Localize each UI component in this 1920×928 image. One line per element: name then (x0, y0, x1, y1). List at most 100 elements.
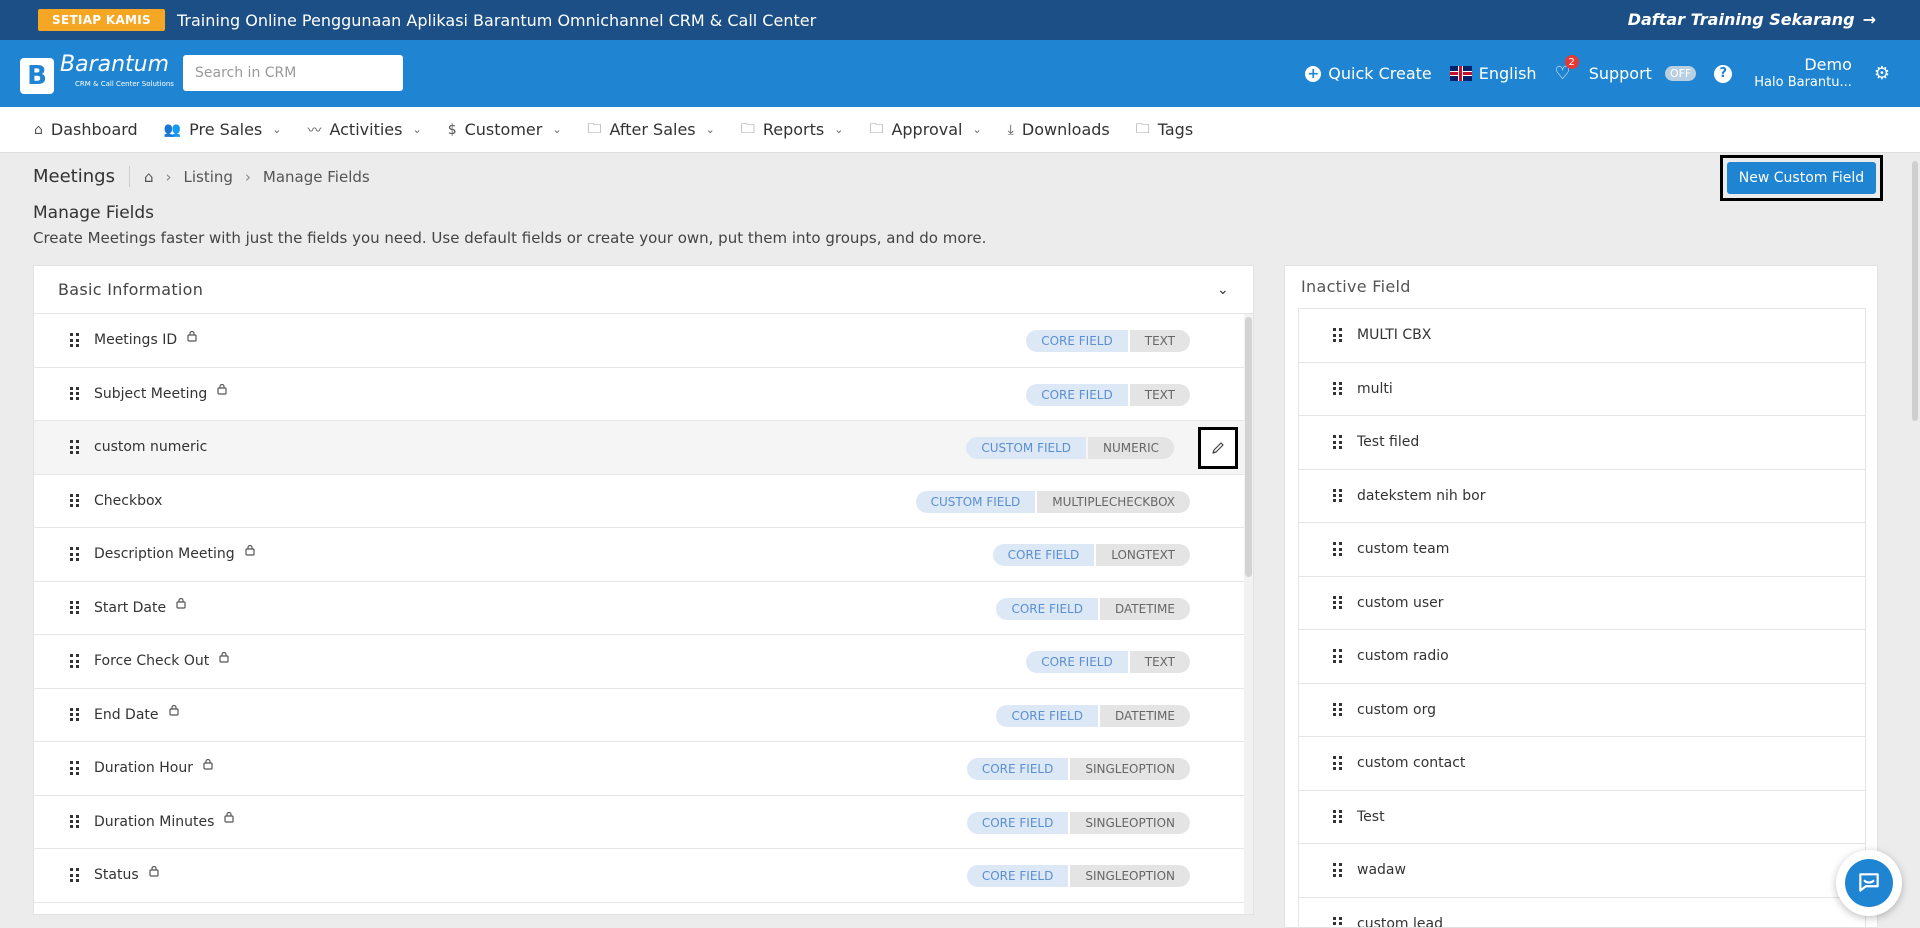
users-icon: 👥 (163, 121, 182, 138)
field-row[interactable]: Description Meeting CORE FIELD LONGTEXT (34, 528, 1246, 582)
folder-icon: 🗀 (587, 120, 602, 137)
chat-widget-button[interactable] (1836, 850, 1902, 916)
field-tags: CORE FIELD TEXT (1026, 651, 1190, 673)
nav-after-sales[interactable]: 🗀 After Sales ⌄ (588, 118, 715, 142)
nav-approval[interactable]: 🗀 Approval ⌄ (869, 118, 981, 142)
field-name: custom org (1357, 701, 1436, 718)
chevron-down-icon[interactable]: ⌄ (1217, 282, 1229, 298)
drag-handle-icon[interactable] (1333, 756, 1343, 770)
nav-dashboard[interactable]: ⌂ Dashboard (34, 120, 138, 139)
inactive-field-row[interactable]: Test (1299, 791, 1865, 844)
drag-handle-icon[interactable] (1333, 435, 1343, 449)
nav-downloads[interactable]: ⤓ Downloads (1008, 120, 1110, 139)
nav-activities[interactable]: 〰 Activities ⌄ (307, 120, 421, 140)
field-row[interactable]: Force Check Out CORE FIELD TEXT (34, 635, 1246, 689)
inactive-field-row[interactable]: custom lead (1299, 898, 1865, 928)
drag-handle-icon[interactable] (1333, 595, 1343, 610)
field-row[interactable]: Meetings ID CORE FIELD TEXT (34, 314, 1246, 368)
field-type-badge: LONGTEXT (1096, 544, 1190, 566)
notification-button[interactable]: ♡ 2 (1555, 55, 1579, 84)
drag-handle-icon[interactable] (70, 333, 80, 347)
field-row[interactable]: Duration Minutes CORE FIELD SINGLEOPTION (34, 796, 1246, 849)
chat-icon (1845, 859, 1893, 907)
drag-handle-icon[interactable] (70, 600, 80, 615)
drag-handle-icon[interactable] (1333, 381, 1343, 396)
drag-handle-icon[interactable] (70, 868, 80, 882)
drag-handle-icon[interactable] (70, 654, 80, 668)
training-link[interactable]: Daftar Training Sekarang → (1628, 10, 1876, 29)
panel-scrollbar[interactable] (1244, 314, 1253, 914)
inactive-field-row[interactable]: custom contact (1299, 737, 1865, 791)
new-custom-field-button[interactable]: New Custom Field (1727, 162, 1876, 194)
inactive-field-row[interactable]: custom team (1299, 523, 1865, 577)
crm-search-input[interactable] (183, 55, 403, 91)
drag-handle-icon[interactable] (1333, 916, 1343, 927)
user-menu[interactable]: Demo Halo Barantu... (1754, 55, 1852, 92)
home-icon[interactable]: ⌂ (144, 168, 154, 186)
field-row[interactable]: Duration Hour CORE FIELD SINGLEOPTION (34, 742, 1246, 796)
field-kind-badge: CORE FIELD (1026, 330, 1128, 352)
drag-handle-icon[interactable] (1333, 649, 1343, 663)
logo[interactable]: B Barantum CRM & Call Center Solutions (20, 54, 189, 98)
drag-handle-icon[interactable] (70, 493, 80, 508)
drag-handle-icon[interactable] (1333, 488, 1343, 503)
drag-handle-icon[interactable] (70, 814, 80, 829)
breadcrumb-separator: › (244, 167, 251, 186)
field-name: custom radio (1357, 648, 1449, 665)
field-row[interactable]: Status CORE FIELD SINGLEOPTION (34, 849, 1246, 903)
field-type-badge: DATETIME (1099, 704, 1190, 727)
inactive-field-row[interactable]: datekstem nih bor (1299, 470, 1865, 523)
field-row[interactable]: End Date CORE FIELD DATETIME (34, 689, 1246, 742)
field-list: Meetings ID CORE FIELD TEXT Subject Meeting… (34, 314, 1246, 903)
language-selector[interactable]: English (1449, 64, 1537, 83)
field-kind-badge: CORE FIELD (966, 758, 1069, 780)
pencil-icon[interactable] (1198, 427, 1238, 469)
field-tags: CUSTOM FIELD NUMERIC (966, 437, 1174, 459)
field-name: Status (94, 867, 139, 884)
page-scrollbar[interactable] (1910, 153, 1920, 928)
support-label: Support (1588, 64, 1652, 83)
field-row[interactable]: Start Date CORE FIELD DATETIME (34, 582, 1246, 635)
field-tags: CORE FIELD LONGTEXT (992, 544, 1190, 566)
nav-customer[interactable]: $ Customer ⌄ (448, 120, 562, 139)
training-link-label: Daftar Training Sekarang (1627, 10, 1855, 29)
drag-handle-icon[interactable] (70, 707, 80, 722)
nav-tags[interactable]: 🗀 Tags (1136, 118, 1193, 142)
drag-handle-icon[interactable] (70, 547, 80, 561)
drag-handle-icon[interactable] (1333, 702, 1343, 717)
drag-handle-icon[interactable] (70, 386, 80, 401)
inactive-field-row[interactable]: custom user (1299, 577, 1865, 630)
quick-create-button[interactable]: + Quick Create (1305, 64, 1432, 83)
page-description: Create Meetings faster with just the fie… (33, 229, 987, 247)
nav-pre-sales[interactable]: 👥 Pre Sales ⌄ (164, 120, 282, 139)
field-row[interactable]: Checkbox CUSTOM FIELD MULTIPLECHECKBOX (34, 475, 1246, 528)
field-type-badge: TEXT (1129, 330, 1190, 352)
breadcrumb-separator: › (165, 167, 172, 186)
field-name: wadaw (1357, 862, 1406, 879)
inactive-field-row[interactable]: custom org (1299, 684, 1865, 737)
field-row[interactable]: Subject Meeting CORE FIELD TEXT (34, 368, 1246, 421)
promo-text: Training Online Penggunaan Aplikasi Bara… (177, 10, 817, 30)
field-row[interactable]: custom numeric CUSTOM FIELD NUMERIC (34, 421, 1246, 475)
drag-handle-icon[interactable] (1333, 542, 1343, 556)
nav-label: Activities (329, 120, 403, 139)
drag-handle-icon[interactable] (1333, 328, 1343, 342)
support-toggle[interactable]: Support OFF (1589, 64, 1697, 83)
drag-handle-icon[interactable] (1333, 863, 1343, 877)
drag-handle-icon[interactable] (70, 440, 80, 454)
inactive-field-row[interactable]: MULTI CBX (1299, 309, 1865, 363)
field-name: custom lead (1357, 915, 1443, 928)
gear-icon[interactable]: ⚙ (1874, 63, 1890, 84)
inactive-field-row[interactable]: custom radio (1299, 630, 1865, 684)
field-name: custom numeric (94, 439, 208, 456)
drag-handle-icon[interactable] (1333, 809, 1343, 824)
help-icon[interactable]: ? (1714, 64, 1733, 83)
breadcrumb-listing-link[interactable]: Listing (183, 168, 232, 186)
basic-information-header[interactable]: Basic Information ⌄ (34, 266, 1253, 314)
inactive-field-row[interactable]: Test filed (1299, 416, 1865, 470)
drag-handle-icon[interactable] (70, 761, 80, 775)
inactive-field-row[interactable]: multi (1299, 363, 1865, 416)
download-icon: ⤓ (1007, 121, 1014, 138)
inactive-field-row[interactable]: wadaw (1299, 844, 1865, 898)
nav-reports[interactable]: 🗀 Reports ⌄ (741, 118, 844, 142)
